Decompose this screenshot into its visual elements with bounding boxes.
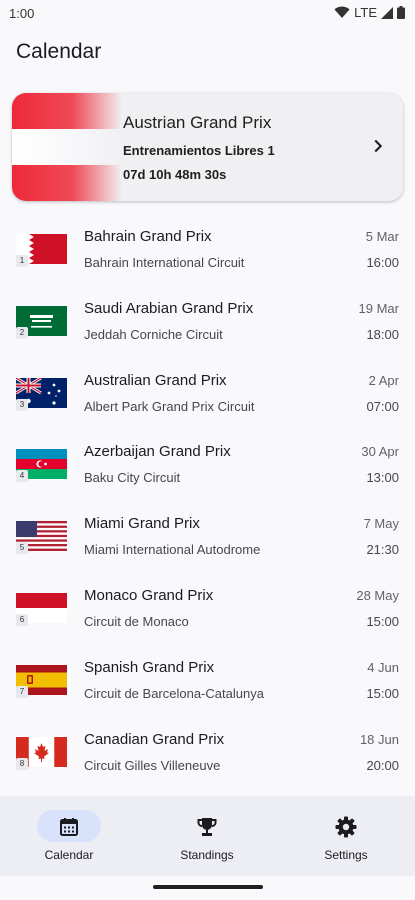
nav-label: Settings xyxy=(324,848,368,862)
countdown-timer: 07d 10h 48m 30s xyxy=(123,167,227,182)
race-list: 1 Bahrain Grand Prix Bahrain Internation… xyxy=(0,214,415,788)
circuit-name: Circuit Gilles Villeneuve xyxy=(84,757,221,773)
round-badge: 5 xyxy=(16,542,28,555)
race-time: 15:00 xyxy=(366,613,399,629)
round-badge: 3 xyxy=(16,398,28,411)
network-type: LTE xyxy=(354,5,377,20)
circuit-name: Circuit de Monaco xyxy=(84,613,189,629)
flag-band-bottom xyxy=(12,165,122,201)
race-name: Spanish Grand Prix xyxy=(84,658,215,676)
signal-icon xyxy=(381,6,393,19)
austria-flag xyxy=(12,93,122,201)
canada-flag-icon: 8 xyxy=(16,736,67,770)
azerbaijan-flag-icon: 4 xyxy=(16,449,67,483)
race-time: 15:00 xyxy=(366,685,399,701)
bahrain-flag-icon: 1 xyxy=(16,234,67,267)
status-time: 1:00 xyxy=(9,6,35,21)
status-icons: LTE xyxy=(334,5,405,20)
race-row[interactable]: 4 Azerbaijan Grand Prix Baku City Circui… xyxy=(0,429,415,501)
race-row[interactable]: 8 Canadian Grand Prix Circuit Gilles Vil… xyxy=(0,717,415,789)
flag-band-top xyxy=(12,93,122,129)
spain-flag-icon: 7 xyxy=(16,664,67,698)
race-date: 5 Mar xyxy=(365,229,399,244)
race-date: 28 May xyxy=(356,587,399,603)
race-time: 13:00 xyxy=(366,470,399,486)
race-name: Miami Grand Prix xyxy=(84,515,200,533)
saudi-arabia-flag-icon: 2 xyxy=(16,305,67,339)
circuit-name: Jeddah Corniche Circuit xyxy=(84,326,223,342)
battery-icon xyxy=(397,6,405,19)
round-badge: 6 xyxy=(16,613,28,626)
race-date: 4 Jun xyxy=(367,659,399,675)
bottom-navigation: Calendar Standings Settings xyxy=(0,796,415,876)
circuit-name: Baku City Circuit xyxy=(84,470,181,486)
race-row[interactable]: 7 Spanish Grand Prix Circuit de Barcelon… xyxy=(0,645,415,717)
race-date: 19 Mar xyxy=(358,300,399,316)
calendar-icon xyxy=(60,818,78,836)
race-time: 20:00 xyxy=(366,757,399,773)
nav-item-settings[interactable]: Settings xyxy=(277,796,415,876)
flag-band-middle xyxy=(12,129,122,165)
race-name: Bahrain Grand Prix xyxy=(84,228,212,245)
race-time: 16:00 xyxy=(366,255,399,270)
race-time: 07:00 xyxy=(366,398,399,414)
page-title: Calendar xyxy=(16,40,102,63)
race-row[interactable]: 2 Saudi Arabian Grand Prix Jeddah Cornic… xyxy=(0,286,415,358)
circuit-name: Albert Park Grand Prix Circuit xyxy=(84,398,255,414)
race-date: 7 May xyxy=(363,516,399,532)
gesture-handle[interactable] xyxy=(153,885,263,889)
race-row[interactable]: 5 Miami Grand Prix Miami International A… xyxy=(0,501,415,573)
race-row[interactable]: 6 Monaco Grand Prix Circuit de Monaco 28… xyxy=(0,573,415,645)
race-name: Canadian Grand Prix xyxy=(84,730,225,748)
nav-label: Standings xyxy=(180,848,234,862)
status-bar: 1:00 LTE xyxy=(0,0,415,26)
next-session-name: Entrenamientos Libres 1 xyxy=(123,143,275,158)
round-badge: 4 xyxy=(16,470,28,483)
race-name: Azerbaijan Grand Prix xyxy=(84,443,231,461)
race-date: 30 Apr xyxy=(361,444,399,460)
usa-flag-icon: 5 xyxy=(16,521,67,555)
circuit-name: Circuit de Barcelona-Catalunya xyxy=(84,685,264,701)
nav-label: Calendar xyxy=(44,848,94,862)
monaco-flag-icon: 6 xyxy=(16,592,67,626)
race-date: 18 Jun xyxy=(359,731,399,747)
chevron-right-icon[interactable] xyxy=(367,135,389,157)
round-badge: 2 xyxy=(16,326,28,339)
gear-icon xyxy=(335,816,357,838)
next-race-name: Austrian Grand Prix xyxy=(123,113,272,132)
race-name: Monaco Grand Prix xyxy=(84,586,214,604)
race-row[interactable]: 3 Australian Grand Prix Albert Park Gran… xyxy=(0,358,415,430)
race-row[interactable]: 1 Bahrain Grand Prix Bahrain Internation… xyxy=(0,214,415,286)
nav-item-standings[interactable]: Standings xyxy=(138,796,276,876)
next-race-card[interactable]: Austrian Grand Prix Entrenamientos Libre… xyxy=(12,93,403,201)
nav-item-calendar[interactable]: Calendar xyxy=(0,796,138,876)
round-badge: 8 xyxy=(16,757,28,770)
race-time: 21:30 xyxy=(366,542,399,558)
trophy-icon xyxy=(197,818,217,836)
race-time: 18:00 xyxy=(366,326,399,342)
australia-flag-icon: 3 xyxy=(16,377,67,411)
circuit-name: Bahrain International Circuit xyxy=(84,255,245,270)
circuit-name: Miami International Autodrome xyxy=(84,542,261,558)
round-badge: 7 xyxy=(16,685,28,698)
race-date: 2 Apr xyxy=(368,372,399,388)
race-name: Saudi Arabian Grand Prix xyxy=(84,299,254,317)
round-badge: 1 xyxy=(16,255,28,267)
race-name: Australian Grand Prix xyxy=(84,371,227,389)
wifi-icon xyxy=(334,6,350,18)
